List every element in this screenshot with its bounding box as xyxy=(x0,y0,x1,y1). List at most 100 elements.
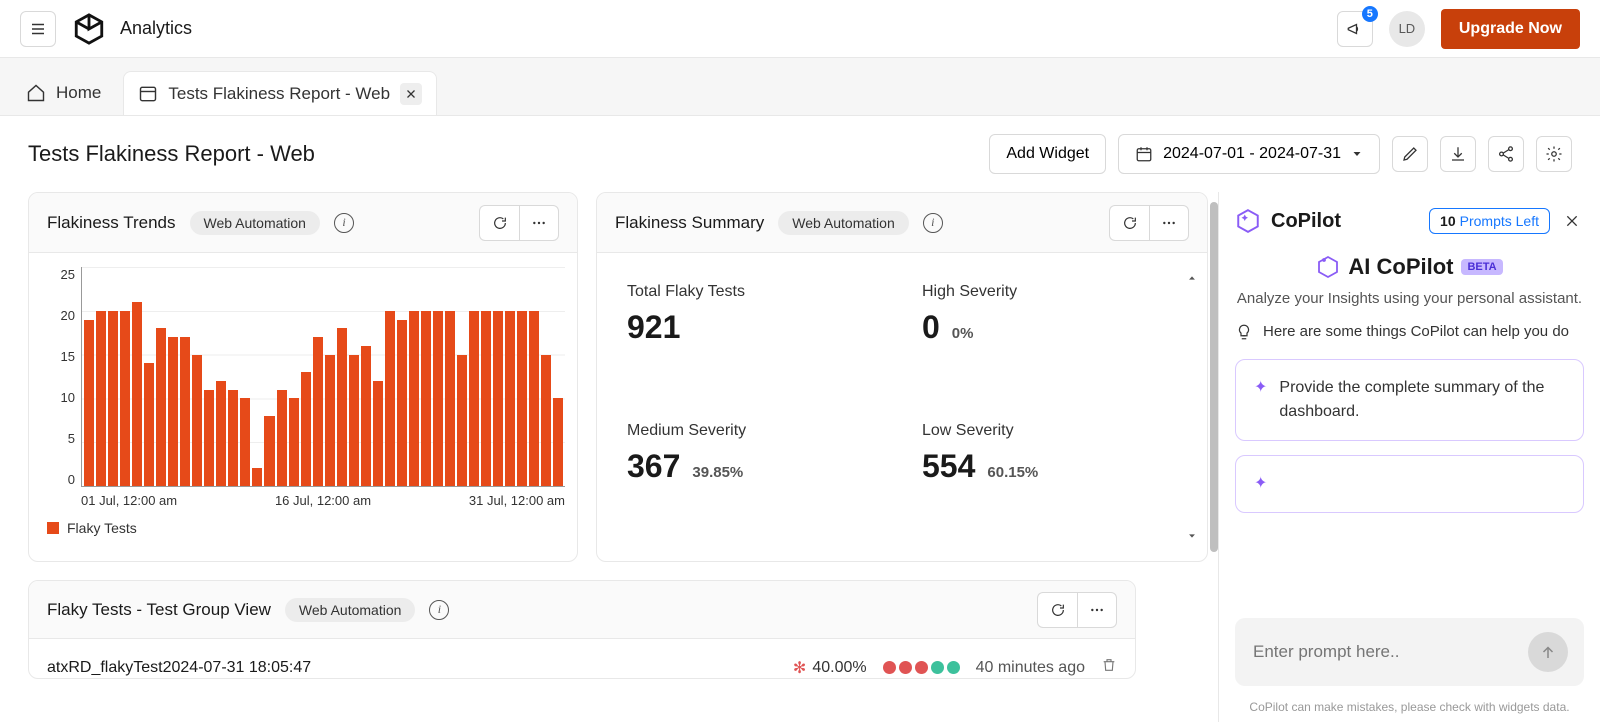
chevron-up-icon xyxy=(1187,273,1197,283)
dots-icon xyxy=(531,215,547,231)
suggestion-label xyxy=(1279,472,1283,496)
refresh-button[interactable] xyxy=(1037,592,1077,628)
card-flakiness-summary: Flakiness Summary Web Automation i Total… xyxy=(596,192,1208,562)
refresh-button[interactable] xyxy=(1109,205,1149,241)
chart-bar xyxy=(120,311,130,486)
edit-button[interactable] xyxy=(1392,136,1428,172)
metric-value: 367 xyxy=(627,448,680,485)
scroll-carets[interactable] xyxy=(1187,273,1197,541)
chart-bar xyxy=(409,311,419,486)
megaphone-icon xyxy=(1346,20,1364,38)
chart-bar xyxy=(313,337,323,486)
filter-chip[interactable]: Web Automation xyxy=(190,211,320,235)
pencil-icon xyxy=(1401,145,1419,163)
chart-bar xyxy=(252,468,262,486)
suggestion-card[interactable]: ✦ Provide the complete summary of the da… xyxy=(1235,359,1584,441)
copilot-title: CoPilot xyxy=(1271,210,1341,233)
card-title: Flakiness Summary xyxy=(615,213,764,233)
help-text-label: Here are some things CoPilot can help yo… xyxy=(1263,323,1569,345)
chart-bar xyxy=(397,320,407,486)
chart-legend: Flaky Tests xyxy=(41,508,565,536)
sparkle-icon: ✦ xyxy=(1254,472,1267,496)
legend-swatch xyxy=(47,522,59,534)
chart-bar xyxy=(216,381,226,486)
more-button[interactable] xyxy=(519,205,559,241)
menu-button[interactable] xyxy=(20,11,56,47)
chart-bars xyxy=(81,267,565,487)
info-icon[interactable]: i xyxy=(923,213,943,233)
send-button[interactable] xyxy=(1528,632,1568,672)
chart-bar xyxy=(84,320,94,486)
test-row[interactable]: atxRD_flakyTest2024-07-31 18:05:47 ✻ 40.… xyxy=(29,639,1135,678)
more-button[interactable] xyxy=(1149,205,1189,241)
tab-report-label: Tests Flakiness Report - Web xyxy=(168,84,390,104)
chevron-down-icon xyxy=(1187,531,1197,541)
legend-label: Flaky Tests xyxy=(67,520,137,536)
chart-bar xyxy=(132,302,142,486)
filter-chip[interactable]: Web Automation xyxy=(778,211,908,235)
app-logo[interactable]: Analytics xyxy=(72,12,192,46)
chart-bar xyxy=(301,372,311,486)
suggestion-card[interactable]: ✦ xyxy=(1235,455,1584,513)
chart-bar xyxy=(325,355,335,486)
dots-icon xyxy=(1161,215,1177,231)
status-dots xyxy=(883,661,960,674)
chart-bar xyxy=(541,355,551,486)
metric-medium: Medium Severity 36739.85% xyxy=(627,422,882,531)
flaky-pct-value: 40.00% xyxy=(812,659,866,677)
tab-report[interactable]: Tests Flakiness Report - Web xyxy=(123,71,437,115)
more-button[interactable] xyxy=(1077,592,1117,628)
copilot-close-button[interactable] xyxy=(1560,209,1584,233)
date-range-label: 2024-07-01 - 2024-07-31 xyxy=(1163,145,1341,163)
avatar[interactable]: LD xyxy=(1389,11,1425,47)
share-icon xyxy=(1497,145,1515,163)
copilot-icon xyxy=(1316,255,1340,279)
prompt-input-box xyxy=(1235,618,1584,686)
delete-button[interactable] xyxy=(1101,657,1117,678)
metric-high: High Severity 00% xyxy=(922,283,1177,392)
chart-bar xyxy=(289,398,299,486)
close-icon xyxy=(405,88,417,100)
page-title: Tests Flakiness Report - Web xyxy=(28,141,315,167)
refresh-icon xyxy=(492,215,508,231)
refresh-button[interactable] xyxy=(479,205,519,241)
copilot-panel: CoPilot 10 Prompts Left AI CoPilot BETA … xyxy=(1218,192,1600,722)
chart-bar xyxy=(493,311,503,486)
chart-bar xyxy=(361,346,371,486)
chart-bar xyxy=(505,311,515,486)
window-icon xyxy=(138,84,158,104)
notifications-button[interactable]: 5 xyxy=(1337,11,1373,47)
banner-title: AI CoPilot xyxy=(1348,254,1453,280)
test-name: atxRD_flakyTest2024-07-31 18:05:47 xyxy=(47,659,777,677)
chart-bar xyxy=(277,390,287,486)
copilot-banner: AI CoPilot BETA Analyze your Insights us… xyxy=(1235,254,1584,309)
upgrade-button[interactable]: Upgrade Now xyxy=(1441,9,1580,49)
prompt-input[interactable] xyxy=(1251,641,1516,663)
settings-button[interactable] xyxy=(1536,136,1572,172)
add-widget-button[interactable]: Add Widget xyxy=(989,134,1106,174)
info-icon[interactable]: i xyxy=(334,213,354,233)
gear-icon xyxy=(1545,145,1563,163)
metric-pct: 0% xyxy=(952,325,974,342)
chart-bar xyxy=(240,398,250,486)
share-button[interactable] xyxy=(1488,136,1524,172)
scrollbar[interactable] xyxy=(1210,202,1218,552)
filter-chip[interactable]: Web Automation xyxy=(285,598,415,622)
status-dot xyxy=(915,661,928,674)
copilot-icon xyxy=(1235,208,1261,234)
refresh-icon xyxy=(1122,215,1138,231)
notification-badge: 5 xyxy=(1362,6,1378,22)
prompts-left-pill[interactable]: 10 Prompts Left xyxy=(1429,208,1550,234)
card-flakiness-trends: Flakiness Trends Web Automation i xyxy=(28,192,578,562)
chart-bar xyxy=(517,311,527,486)
download-button[interactable] xyxy=(1440,136,1476,172)
tab-close-button[interactable] xyxy=(400,83,422,105)
status-dot xyxy=(931,661,944,674)
metric-total: Total Flaky Tests 921 xyxy=(627,283,882,392)
chart-bar xyxy=(192,355,202,486)
date-range-picker[interactable]: 2024-07-01 - 2024-07-31 xyxy=(1118,134,1380,174)
info-icon[interactable]: i xyxy=(429,600,449,620)
tab-home[interactable]: Home xyxy=(14,71,113,115)
card-test-group-view: Flaky Tests - Test Group View Web Automa… xyxy=(28,580,1136,679)
download-icon xyxy=(1449,145,1467,163)
